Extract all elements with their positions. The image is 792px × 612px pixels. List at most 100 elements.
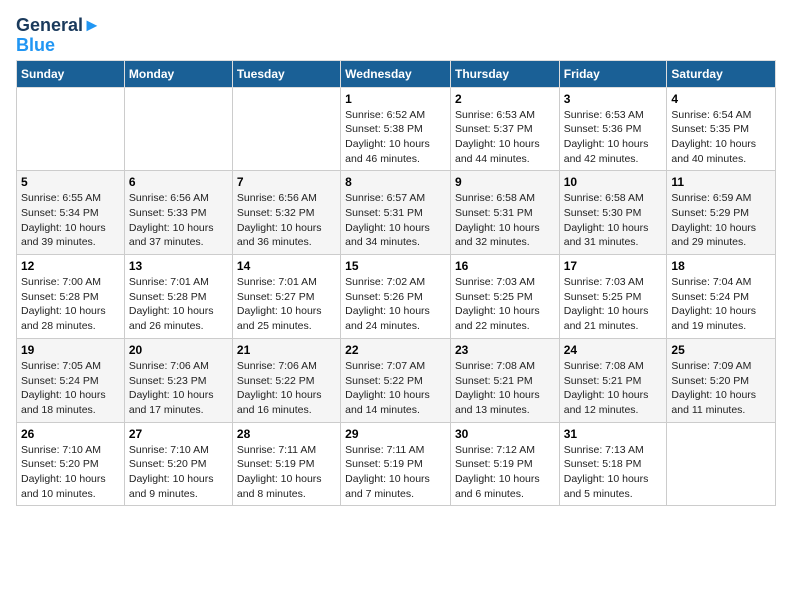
- day-number: 28: [237, 427, 336, 441]
- day-cell: 31 Sunrise: 7:13 AM Sunset: 5:18 PM Dayli…: [559, 422, 667, 506]
- day-info: Sunrise: 7:01 AM Sunset: 5:28 PM Dayligh…: [129, 275, 228, 334]
- day-number: 11: [671, 175, 771, 189]
- day-cell: 4 Sunrise: 6:54 AM Sunset: 5:35 PM Daylig…: [667, 87, 776, 171]
- day-info: Sunrise: 7:11 AM Sunset: 5:19 PM Dayligh…: [345, 443, 446, 502]
- day-cell: 5 Sunrise: 6:55 AM Sunset: 5:34 PM Daylig…: [17, 171, 125, 255]
- day-cell: 1 Sunrise: 6:52 AM Sunset: 5:38 PM Daylig…: [341, 87, 451, 171]
- day-number: 9: [455, 175, 555, 189]
- day-cell: 15Sunrise: 7:02 AM Sunset: 5:26 PM Dayli…: [341, 255, 451, 339]
- day-info: Sunrise: 7:05 AM Sunset: 5:24 PM Dayligh…: [21, 359, 120, 418]
- day-cell: 14 Sunrise: 7:01 AM Sunset: 5:27 PM Dayli…: [232, 255, 340, 339]
- day-info: Sunrise: 7:03 AM Sunset: 5:25 PM Dayligh…: [564, 275, 663, 334]
- day-cell: 23Sunrise: 7:08 AM Sunset: 5:21 PM Dayli…: [450, 338, 559, 422]
- day-info: Sunrise: 6:56 AM Sunset: 5:32 PM Dayligh…: [237, 191, 336, 250]
- day-cell: 6 Sunrise: 6:56 AM Sunset: 5:33 PM Daylig…: [124, 171, 232, 255]
- day-info: Sunrise: 7:13 AM Sunset: 5:18 PM Dayligh…: [564, 443, 663, 502]
- day-cell: 2Sunrise: 6:53 AM Sunset: 5:37 PM Daylig…: [450, 87, 559, 171]
- day-cell: 27 Sunrise: 7:10 AM Sunset: 5:20 PM Dayli…: [124, 422, 232, 506]
- week-row-2: 5 Sunrise: 6:55 AM Sunset: 5:34 PM Daylig…: [17, 171, 776, 255]
- day-cell: 3 Sunrise: 6:53 AM Sunset: 5:36 PM Daylig…: [559, 87, 667, 171]
- header: General► Blue: [16, 16, 776, 56]
- day-number: 23: [455, 343, 555, 357]
- day-number: 13: [129, 259, 228, 273]
- day-info: Sunrise: 7:06 AM Sunset: 5:23 PM Dayligh…: [129, 359, 228, 418]
- day-info: Sunrise: 7:12 AM Sunset: 5:19 PM Dayligh…: [455, 443, 555, 502]
- day-cell: 12 Sunrise: 7:00 AM Sunset: 5:28 PM Dayli…: [17, 255, 125, 339]
- day-number: 15: [345, 259, 446, 273]
- day-info: Sunrise: 7:10 AM Sunset: 5:20 PM Dayligh…: [21, 443, 120, 502]
- day-number: 20: [129, 343, 228, 357]
- day-info: Sunrise: 6:52 AM Sunset: 5:38 PM Dayligh…: [345, 108, 446, 167]
- logo-subtext: Blue: [16, 36, 101, 56]
- day-info: Sunrise: 7:01 AM Sunset: 5:27 PM Dayligh…: [237, 275, 336, 334]
- day-number: 3: [564, 92, 663, 106]
- day-number: 21: [237, 343, 336, 357]
- day-number: 16: [455, 259, 555, 273]
- day-number: 24: [564, 343, 663, 357]
- day-cell: 30 Sunrise: 7:12 AM Sunset: 5:19 PM Dayli…: [450, 422, 559, 506]
- day-number: 14: [237, 259, 336, 273]
- day-info: Sunrise: 6:57 AM Sunset: 5:31 PM Dayligh…: [345, 191, 446, 250]
- day-cell: 24 Sunrise: 7:08 AM Sunset: 5:21 PM Dayli…: [559, 338, 667, 422]
- day-number: 17: [564, 259, 663, 273]
- day-header-thursday: Thursday: [450, 60, 559, 87]
- day-cell: 16Sunrise: 7:03 AM Sunset: 5:25 PM Dayli…: [450, 255, 559, 339]
- day-number: 27: [129, 427, 228, 441]
- calendar: SundayMondayTuesdayWednesdayThursdayFrid…: [16, 60, 776, 507]
- day-number: 7: [237, 175, 336, 189]
- day-info: Sunrise: 7:07 AM Sunset: 5:22 PM Dayligh…: [345, 359, 446, 418]
- day-info: Sunrise: 6:58 AM Sunset: 5:31 PM Dayligh…: [455, 191, 555, 250]
- day-number: 22: [345, 343, 446, 357]
- day-cell: 25 Sunrise: 7:09 AM Sunset: 5:20 PM Dayli…: [667, 338, 776, 422]
- day-info: Sunrise: 7:09 AM Sunset: 5:20 PM Dayligh…: [671, 359, 771, 418]
- day-cell: 28 Sunrise: 7:11 AM Sunset: 5:19 PM Dayli…: [232, 422, 340, 506]
- day-info: Sunrise: 7:11 AM Sunset: 5:19 PM Dayligh…: [237, 443, 336, 502]
- day-info: Sunrise: 7:06 AM Sunset: 5:22 PM Dayligh…: [237, 359, 336, 418]
- day-cell: 29 Sunrise: 7:11 AM Sunset: 5:19 PM Dayli…: [341, 422, 451, 506]
- day-cell: 13 Sunrise: 7:01 AM Sunset: 5:28 PM Dayli…: [124, 255, 232, 339]
- day-info: Sunrise: 7:10 AM Sunset: 5:20 PM Dayligh…: [129, 443, 228, 502]
- day-number: 8: [345, 175, 446, 189]
- day-header-monday: Monday: [124, 60, 232, 87]
- day-info: Sunrise: 6:59 AM Sunset: 5:29 PM Dayligh…: [671, 191, 771, 250]
- day-cell: 19Sunrise: 7:05 AM Sunset: 5:24 PM Dayli…: [17, 338, 125, 422]
- day-info: Sunrise: 6:56 AM Sunset: 5:33 PM Dayligh…: [129, 191, 228, 250]
- day-number: 26: [21, 427, 120, 441]
- day-info: Sunrise: 7:08 AM Sunset: 5:21 PM Dayligh…: [564, 359, 663, 418]
- day-cell: 22 Sunrise: 7:07 AM Sunset: 5:22 PM Dayli…: [341, 338, 451, 422]
- day-info: Sunrise: 6:53 AM Sunset: 5:37 PM Dayligh…: [455, 108, 555, 167]
- day-number: 1: [345, 92, 446, 106]
- day-number: 25: [671, 343, 771, 357]
- day-header-saturday: Saturday: [667, 60, 776, 87]
- week-row-4: 19Sunrise: 7:05 AM Sunset: 5:24 PM Dayli…: [17, 338, 776, 422]
- logo: General► Blue: [16, 16, 101, 56]
- day-info: Sunrise: 6:54 AM Sunset: 5:35 PM Dayligh…: [671, 108, 771, 167]
- day-number: 5: [21, 175, 120, 189]
- day-number: 29: [345, 427, 446, 441]
- day-cell: 7 Sunrise: 6:56 AM Sunset: 5:32 PM Daylig…: [232, 171, 340, 255]
- day-number: 12: [21, 259, 120, 273]
- day-info: Sunrise: 6:58 AM Sunset: 5:30 PM Dayligh…: [564, 191, 663, 250]
- day-cell: 9 Sunrise: 6:58 AM Sunset: 5:31 PM Daylig…: [450, 171, 559, 255]
- day-number: 4: [671, 92, 771, 106]
- day-number: 6: [129, 175, 228, 189]
- day-cell: 17 Sunrise: 7:03 AM Sunset: 5:25 PM Dayli…: [559, 255, 667, 339]
- day-cell: 20 Sunrise: 7:06 AM Sunset: 5:23 PM Dayli…: [124, 338, 232, 422]
- week-row-1: 1 Sunrise: 6:52 AM Sunset: 5:38 PM Daylig…: [17, 87, 776, 171]
- day-cell: 18Sunrise: 7:04 AM Sunset: 5:24 PM Dayli…: [667, 255, 776, 339]
- week-row-5: 26 Sunrise: 7:10 AM Sunset: 5:20 PM Dayli…: [17, 422, 776, 506]
- day-header-friday: Friday: [559, 60, 667, 87]
- day-info: Sunrise: 7:00 AM Sunset: 5:28 PM Dayligh…: [21, 275, 120, 334]
- day-number: 30: [455, 427, 555, 441]
- day-number: 31: [564, 427, 663, 441]
- day-info: Sunrise: 6:55 AM Sunset: 5:34 PM Dayligh…: [21, 191, 120, 250]
- day-cell: 8 Sunrise: 6:57 AM Sunset: 5:31 PM Daylig…: [341, 171, 451, 255]
- day-cell: [667, 422, 776, 506]
- day-info: Sunrise: 7:04 AM Sunset: 5:24 PM Dayligh…: [671, 275, 771, 334]
- day-number: 10: [564, 175, 663, 189]
- day-cell: [232, 87, 340, 171]
- day-info: Sunrise: 6:53 AM Sunset: 5:36 PM Dayligh…: [564, 108, 663, 167]
- day-cell: 26 Sunrise: 7:10 AM Sunset: 5:20 PM Dayli…: [17, 422, 125, 506]
- day-cell: [124, 87, 232, 171]
- day-cell: 21 Sunrise: 7:06 AM Sunset: 5:22 PM Dayli…: [232, 338, 340, 422]
